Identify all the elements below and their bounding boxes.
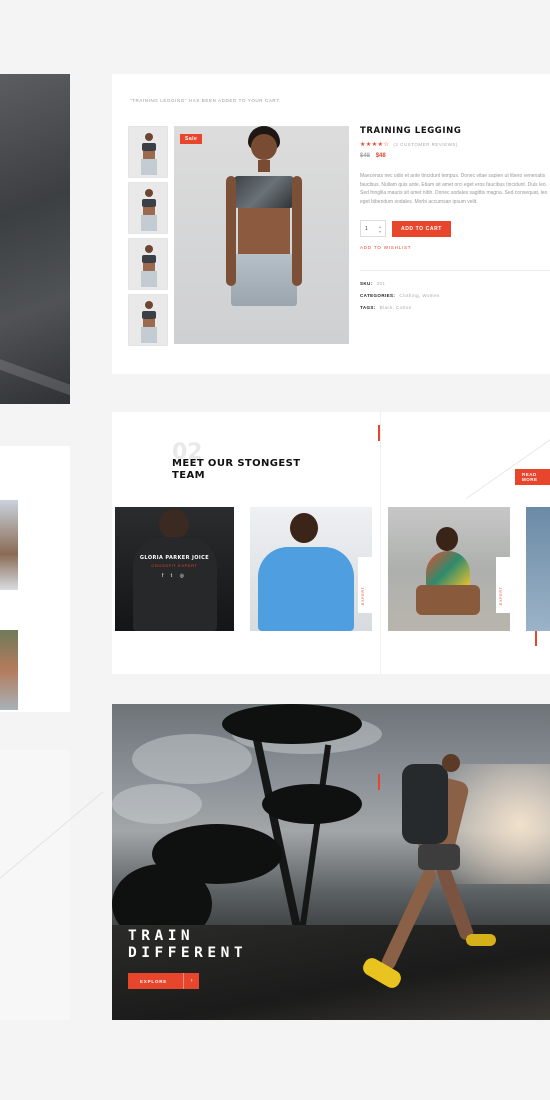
sale-badge: Sale bbox=[180, 134, 203, 144]
product-main-image[interactable]: Sale bbox=[174, 126, 349, 344]
product-thumbnail[interactable] bbox=[128, 238, 168, 290]
category-links[interactable]: Clothing, Women bbox=[399, 293, 439, 298]
arrow-right-icon: › bbox=[183, 973, 200, 989]
explore-button[interactable]: Explore › bbox=[128, 973, 200, 989]
accent-mark bbox=[378, 774, 380, 790]
section-title: Meet our stongest team bbox=[172, 458, 301, 481]
quantity-stepper[interactable]: 1 ▴ ▾ bbox=[360, 220, 386, 237]
product-meta: SKU: 201 Categories: Clothing, Women Tags:… bbox=[360, 281, 550, 310]
tag-links[interactable]: Black, Cotton bbox=[380, 305, 412, 310]
sku-row: SKU: 201 bbox=[360, 281, 386, 286]
team-member-card[interactable]: Expert bbox=[250, 507, 372, 631]
team-member-card[interactable]: Gloria Parker Joice Crossfit Expert f t … bbox=[115, 507, 234, 631]
left-thumb-photo bbox=[0, 500, 18, 590]
runner-figure bbox=[360, 754, 502, 1014]
divider bbox=[360, 270, 550, 271]
categories-row: Categories: Clothing, Women bbox=[360, 293, 440, 298]
reviews-link[interactable]: (2 customer reviews) bbox=[393, 142, 457, 147]
product-thumbnails bbox=[128, 126, 168, 350]
product-thumbnail[interactable] bbox=[128, 182, 168, 234]
rating-stars-icon: ★★★★☆ bbox=[360, 142, 390, 148]
stepper-arrows-icon[interactable]: ▴ ▾ bbox=[379, 224, 381, 234]
accent-mark bbox=[378, 425, 380, 441]
cart-notice: “Training legging” has been added to you… bbox=[130, 98, 281, 103]
member-role: Crossfit Expert bbox=[151, 563, 198, 568]
member-side-label: Expert bbox=[496, 557, 510, 613]
product-description: Maecenas nec odio et ante tincidunt temp… bbox=[360, 173, 548, 205]
quantity-value: 1 bbox=[365, 225, 368, 232]
explore-label: Explore bbox=[128, 973, 184, 989]
left-background-photo bbox=[0, 74, 70, 404]
left-lower-panel bbox=[0, 750, 70, 1020]
model-figure bbox=[224, 126, 304, 344]
add-to-wishlist-link[interactable]: Add to wishlist bbox=[360, 245, 550, 250]
hero-title: Train Different bbox=[128, 928, 248, 961]
team-member-card[interactable] bbox=[526, 507, 550, 631]
left-thumb-photo bbox=[0, 630, 18, 710]
product-thumbnail[interactable] bbox=[128, 294, 168, 346]
tags-row: Tags: Black, Cotton bbox=[360, 305, 412, 310]
member-name: Gloria Parker Joice bbox=[139, 555, 210, 561]
old-price: $48 bbox=[360, 153, 371, 159]
product-card: “Training legging” has been added to you… bbox=[112, 74, 550, 374]
product-rating: ★★★★☆ (2 customer reviews) bbox=[360, 141, 550, 148]
accent-mark bbox=[535, 630, 537, 646]
product-price: $48 $48 bbox=[360, 153, 550, 159]
team-member-card[interactable]: Expert bbox=[388, 507, 510, 631]
read-more-button[interactable]: Read more bbox=[515, 469, 550, 485]
social-icons[interactable]: f t ◎ bbox=[115, 573, 234, 579]
divider bbox=[380, 412, 381, 674]
add-to-cart-button[interactable]: Add to cart bbox=[392, 220, 451, 237]
member-side-label: Expert bbox=[358, 557, 372, 613]
hero-banner: Train Different Explore › bbox=[112, 704, 550, 1020]
product-info: Training Legging ★★★★☆ (2 customer revie… bbox=[360, 126, 550, 317]
sale-price: $48 bbox=[375, 153, 386, 159]
product-thumbnail[interactable] bbox=[128, 126, 168, 178]
team-section: 02 Meet our stongest team Read more Glor… bbox=[112, 412, 550, 674]
product-title: Training Legging bbox=[360, 126, 462, 136]
add-to-cart-row: 1 ▴ ▾ Add to cart bbox=[360, 220, 550, 237]
palm-tree bbox=[250, 725, 302, 933]
